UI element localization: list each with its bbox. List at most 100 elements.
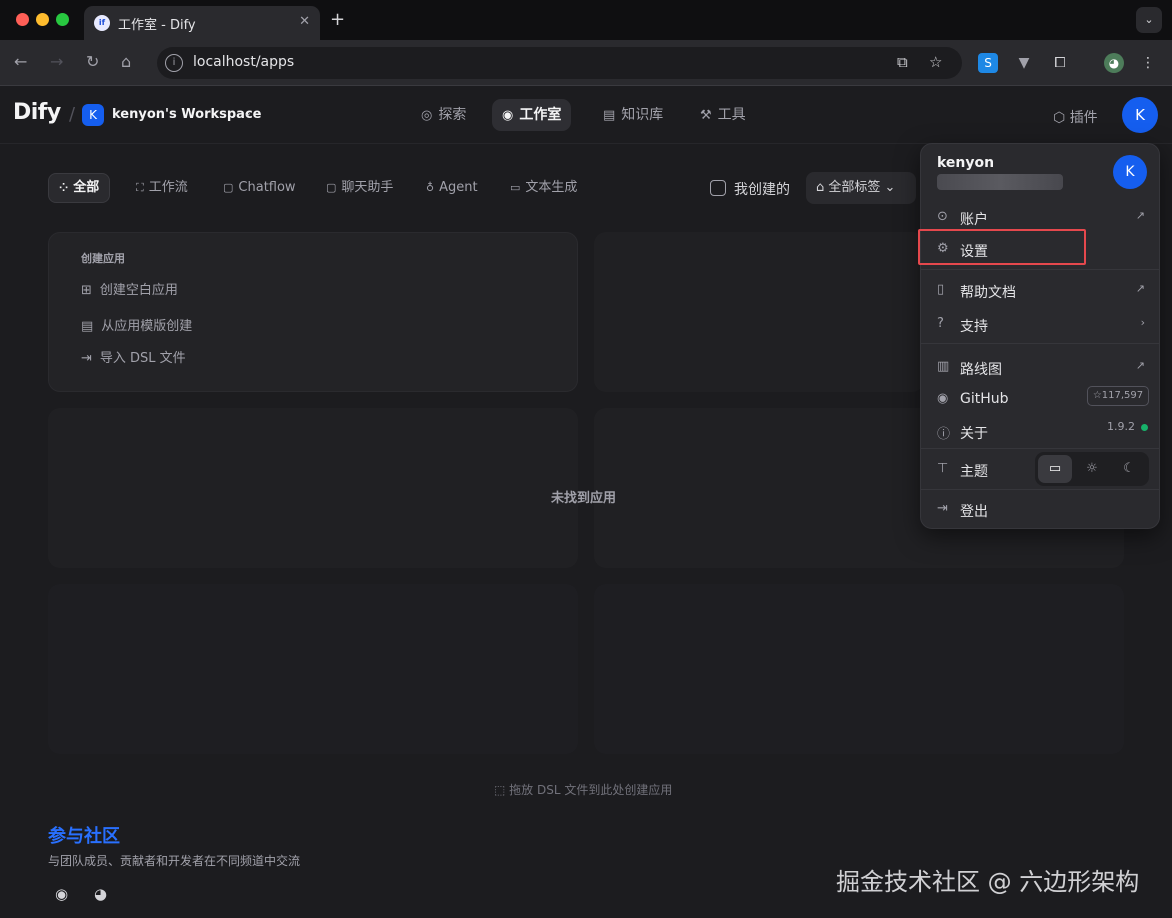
create-app-title: 创建应用	[81, 252, 125, 265]
favicon-icon: if	[94, 15, 110, 31]
create-from-template[interactable]: ▤ 从应用模版创建	[81, 315, 192, 334]
import-icon: ⇥	[81, 351, 92, 366]
extension-v-icon[interactable]: ▼	[1014, 53, 1034, 73]
logout-icon: ⇥	[937, 501, 948, 516]
dropdown-avatar: K	[1113, 155, 1147, 189]
message-icon: ▢	[326, 181, 337, 194]
workspace-selector[interactable]: kenyon's Workspace	[112, 107, 261, 122]
agent-icon: ♁	[426, 181, 435, 194]
empty-state-message: 未找到应用	[551, 491, 617, 506]
external-link-icon: ↗	[1135, 359, 1145, 372]
menu-divider	[921, 448, 1159, 449]
user-circle-icon: ⊙	[937, 209, 948, 224]
menu-logout[interactable]: ⇥ 登出	[921, 494, 1159, 526]
robot-icon: ◉	[502, 108, 514, 123]
browser-tab[interactable]: if 工作室 - Dify ✕	[84, 6, 320, 40]
reload-icon[interactable]: ↻	[86, 52, 99, 71]
placeholder-card	[48, 408, 578, 568]
filter-chatflow[interactable]: ▢ Chatflow	[213, 173, 306, 203]
minimize-window-button[interactable]	[36, 13, 49, 26]
book-icon: ▤	[603, 108, 616, 123]
tab-search-button[interactable]: ⌄	[1136, 7, 1162, 33]
drop-dsl-hint: ⬚ 拖放 DSL 文件到此处创建应用	[494, 783, 673, 797]
my-created-checkbox[interactable]	[710, 180, 726, 196]
url-text[interactable]: localhost/apps	[193, 54, 294, 70]
tab-title: 工作室 - Dify	[118, 18, 196, 33]
info-icon: ⓘ	[937, 427, 951, 442]
placeholder-card	[594, 232, 924, 392]
install-app-icon[interactable]: ⧉	[897, 53, 908, 71]
new-tab-button[interactable]: +	[330, 9, 345, 30]
forward-icon[interactable]: →	[50, 52, 63, 71]
question-circle-icon: ?	[937, 316, 944, 331]
nav-studio[interactable]: ◉ 工作室	[492, 99, 572, 131]
grid-icon: ⁘	[59, 181, 69, 194]
chevron-right-icon: ›	[1140, 316, 1145, 329]
site-info-icon[interactable]: i	[165, 54, 183, 72]
browser-toolbar: ← → ↻ ⌂ i localhost/apps ⧉ ☆ S ▼ ⧠ ◕ ⋮	[0, 40, 1172, 86]
app-header: Dify / K kenyon's Workspace ⌄ ◎ 探索 ◉ 工作室 ▤…	[0, 87, 1172, 144]
community-title: 参与社区	[48, 826, 120, 847]
bookmark-star-icon[interactable]: ☆	[929, 53, 942, 71]
browser-tab-strip: if 工作室 - Dify ✕ + ⌄	[0, 0, 1172, 40]
tab-close-icon[interactable]: ✕	[299, 14, 310, 29]
template-icon: ▤	[81, 319, 94, 334]
filter-agent[interactable]: ♁ Agent	[416, 173, 488, 203]
menu-roadmap[interactable]: ▥ 路线图 ↗	[921, 352, 1159, 384]
chevron-down-icon[interactable]: ⌄	[243, 106, 252, 119]
browser-menu-icon[interactable]: ⋮	[1138, 53, 1158, 73]
back-icon[interactable]: ←	[14, 52, 27, 71]
workspace-avatar[interactable]: K	[82, 104, 104, 126]
sun-icon[interactable]: ☼	[1075, 455, 1109, 483]
compass-icon: ◎	[421, 108, 433, 123]
close-window-button[interactable]	[16, 13, 29, 26]
discord-icon[interactable]: ◕	[94, 885, 107, 903]
filter-all[interactable]: ⁘ 全部	[48, 173, 111, 203]
chat-bubble-icon: ▢	[223, 181, 234, 194]
create-blank-app[interactable]: ⊞ 创建空白应用	[81, 279, 178, 298]
address-bar[interactable]: i localhost/apps ⧉ ☆	[157, 47, 962, 79]
plugin-button[interactable]: ⬡ 插件	[1053, 107, 1098, 127]
external-link-icon: ↗	[1135, 282, 1145, 295]
watermark: 掘金技术社区 @ 六边形架构	[836, 868, 1140, 896]
menu-help-docs[interactable]: ▯ 帮助文档 ↗	[921, 275, 1159, 307]
dify-logo[interactable]: Dify	[13, 100, 61, 125]
chevron-down-icon: ⌄	[884, 180, 896, 195]
extensions-puzzle-icon[interactable]: ⧠	[1050, 53, 1070, 73]
filter-text-generation[interactable]: ▭ 文本生成	[500, 173, 587, 203]
tag-filter-dropdown[interactable]: ⌂ 全部标签 ⌄	[806, 172, 916, 204]
theme-switch: ▭ ☼ ☾	[1035, 452, 1149, 486]
external-link-icon: ↗	[1135, 209, 1145, 222]
nav-knowledge[interactable]: ▤ 知识库	[593, 99, 673, 131]
nav-tools[interactable]: ⚒ 工具	[690, 99, 756, 131]
create-app-card	[48, 232, 578, 392]
home-icon[interactable]: ⌂	[121, 52, 131, 71]
drop-icon: ⬚	[494, 783, 510, 797]
user-dropdown-menu: kenyon K ⊙ 账户 ↗ ⚙ 设置 ▯ 帮助文档 ↗ ? 支持 › ▥ 路…	[920, 143, 1160, 529]
github-icon[interactable]: ◉	[55, 885, 68, 903]
import-dsl-file[interactable]: ⇥ 导入 DSL 文件	[81, 347, 186, 366]
tag-icon: ⌂	[816, 180, 829, 195]
workflow-icon: ⛶	[136, 181, 144, 194]
user-avatar[interactable]: K	[1122, 97, 1158, 133]
nav-explore[interactable]: ◎ 探索	[411, 99, 476, 131]
menu-support[interactable]: ? 支持 ›	[921, 309, 1159, 341]
header-divider: /	[69, 104, 76, 125]
profile-avatar-icon[interactable]: ◕	[1104, 53, 1124, 73]
menu-divider	[921, 269, 1159, 270]
my-created-label[interactable]: 我创建的	[734, 179, 790, 199]
hammer-icon: ⚒	[700, 108, 712, 123]
github-icon: ◉	[937, 391, 949, 406]
monitor-icon[interactable]: ▭	[1038, 455, 1072, 483]
menu-divider	[921, 343, 1159, 344]
moon-icon[interactable]: ☾	[1112, 455, 1146, 483]
filter-workflow[interactable]: ⛶ 工作流	[126, 173, 198, 203]
community-description: 与团队成员、贡献者和开发者在不同频道中交流	[48, 854, 301, 868]
filter-chat-assistant[interactable]: ▢ 聊天助手	[316, 173, 403, 203]
placeholder-card	[594, 584, 1124, 754]
book-open-icon: ▯	[937, 282, 945, 297]
extension-s-icon[interactable]: S	[978, 53, 998, 73]
map-icon: ▥	[937, 359, 950, 374]
maximize-window-button[interactable]	[56, 13, 69, 26]
redacted-email	[937, 174, 1063, 190]
